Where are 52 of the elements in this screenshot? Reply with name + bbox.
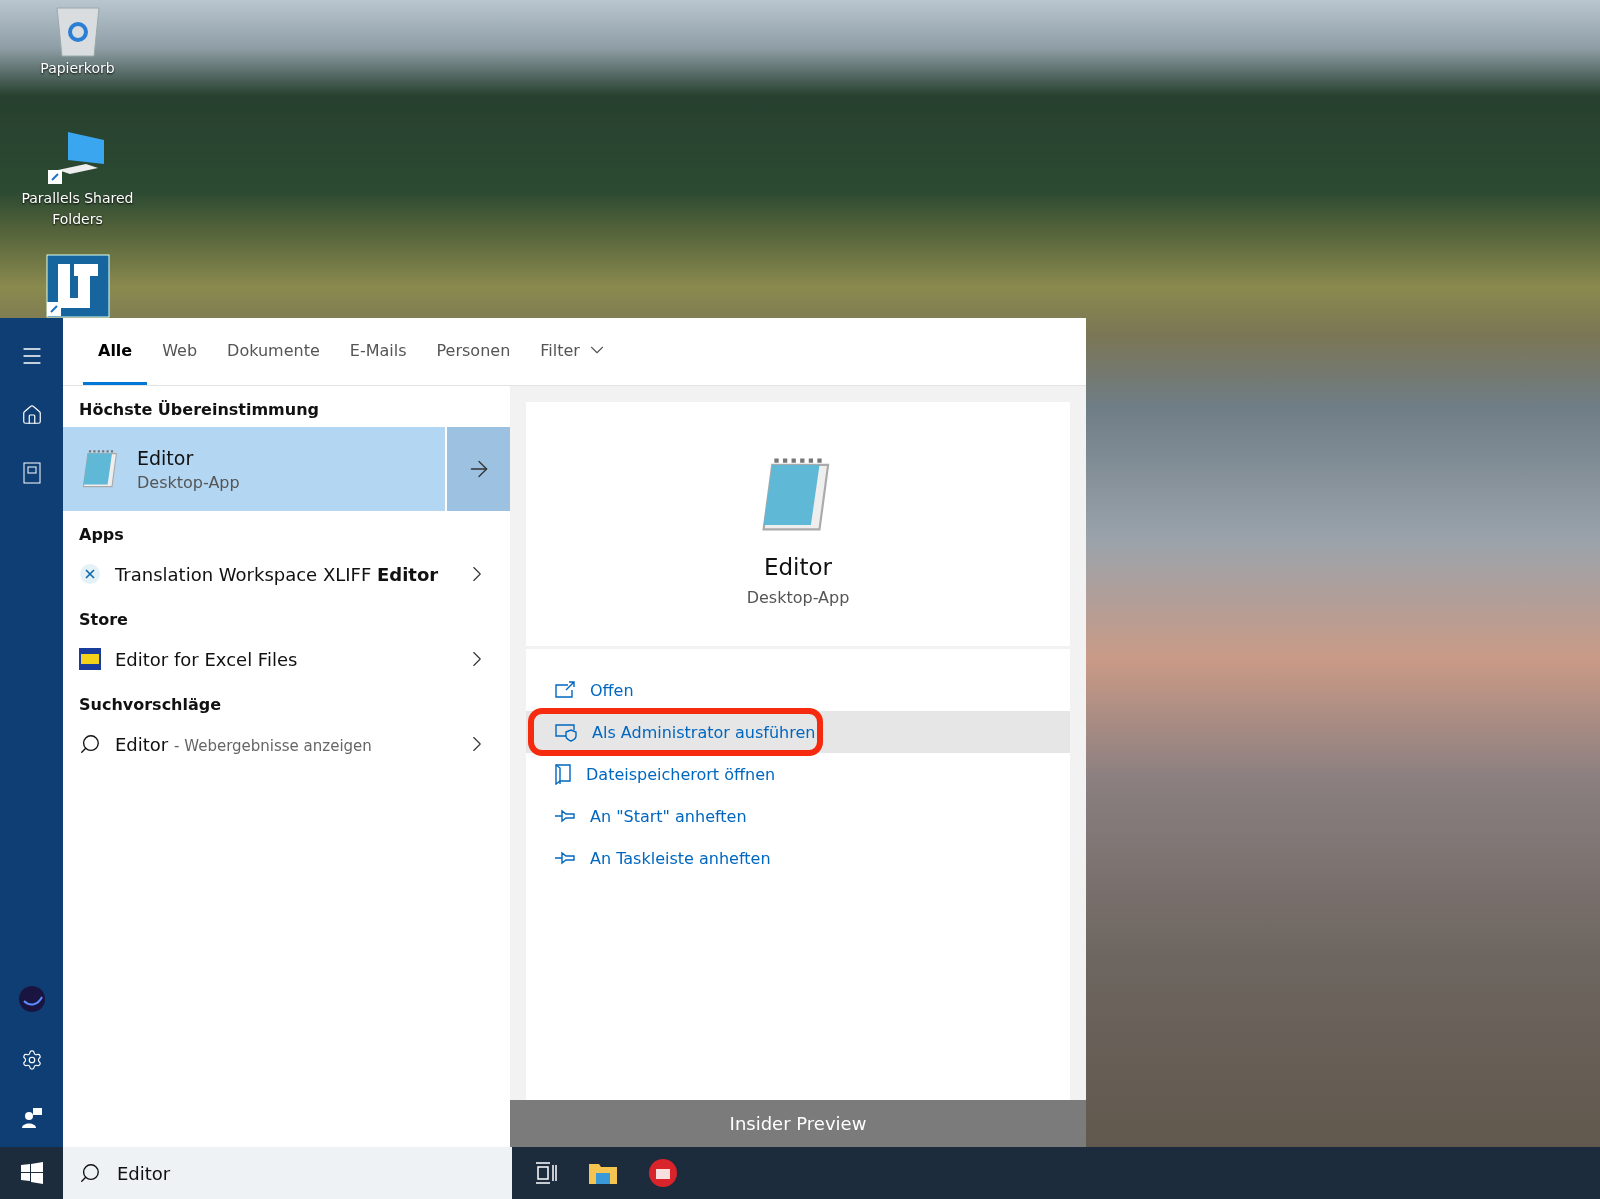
windows-logo-icon bbox=[20, 1162, 43, 1184]
desktop-icon-label[interactable]: Papierkorb bbox=[40, 58, 115, 79]
toolbox-icon[interactable] bbox=[648, 1158, 678, 1188]
folder-icon bbox=[554, 763, 572, 785]
section-heading: Höchste Übereinstimmung bbox=[78, 399, 320, 421]
tab[interactable]: Filter bbox=[525, 318, 623, 385]
open-window-icon bbox=[554, 681, 576, 699]
app-title: Editor bbox=[763, 554, 833, 580]
pin-icon bbox=[554, 808, 576, 824]
search-icon bbox=[79, 1162, 101, 1184]
section-heading: Store bbox=[78, 609, 129, 631]
action-item[interactable]: An Taskleiste anheften bbox=[526, 837, 1070, 879]
result-item[interactable]: Editor for Excel Files bbox=[63, 637, 510, 681]
result-item[interactable]: Editor - Webergebnisse anzeigen bbox=[63, 722, 510, 766]
result-title: Editor for Excel Files bbox=[115, 648, 299, 670]
feedback-icon[interactable] bbox=[20, 1107, 43, 1129]
action-link[interactable]: An "Start" anheften bbox=[590, 806, 747, 826]
desktop-icon-label[interactable]: Parallels Shared Folders bbox=[17, 188, 138, 231]
action-link[interactable]: An Taskleiste anheften bbox=[590, 848, 771, 868]
action-link[interactable]: Offen bbox=[590, 680, 634, 700]
action-item[interactable]: An "Start" anheften bbox=[526, 795, 1070, 837]
action-item[interactable]: Dateispeicherort öffnen bbox=[526, 753, 1070, 795]
tab[interactable]: Alle bbox=[83, 318, 148, 385]
search-icon bbox=[79, 733, 101, 755]
action-link[interactable]: Dateispeicherort öffnen bbox=[586, 764, 776, 784]
home-icon[interactable] bbox=[20, 404, 43, 426]
best-match-item[interactable]: Editor Desktop-App bbox=[63, 427, 445, 511]
tab[interactable]: Personen bbox=[421, 318, 526, 385]
action-item[interactable]: Offen bbox=[526, 669, 1070, 711]
tab[interactable]: Dokumente bbox=[212, 318, 335, 385]
result-item[interactable]: Translation Workspace XLIFF Editor bbox=[63, 552, 510, 596]
shield-window-icon bbox=[554, 722, 578, 742]
action-link[interactable]: Als Administrator ausführen bbox=[592, 722, 816, 742]
action-item[interactable]: Als Administrator ausführen bbox=[526, 711, 1070, 753]
section-heading: Apps bbox=[78, 524, 125, 546]
section-heading: Suchvorschläge bbox=[78, 694, 223, 716]
spreadsheet-app-icon bbox=[79, 648, 101, 670]
x-logo-icon bbox=[79, 563, 101, 585]
app-subtitle: Desktop-App bbox=[746, 588, 850, 607]
result-title: Editor - Webergebnisse anzeigen bbox=[115, 733, 373, 755]
search-field[interactable]: Editor bbox=[115, 1161, 419, 1185]
task-view-icon[interactable] bbox=[534, 1162, 558, 1184]
folder-icon[interactable] bbox=[588, 1161, 618, 1185]
settings-icon[interactable] bbox=[20, 1049, 43, 1071]
notebook-icon[interactable] bbox=[21, 462, 42, 484]
tab[interactable]: E-Mails bbox=[334, 318, 422, 385]
tab[interactable]: Web bbox=[147, 318, 213, 385]
search-bar[interactable]: Editor bbox=[63, 1147, 512, 1199]
insider-preview-bar: Insider Preview bbox=[510, 1100, 1086, 1147]
pin-icon bbox=[554, 850, 576, 866]
avatar-icon[interactable] bbox=[17, 985, 46, 1013]
result-title: Translation Workspace XLIFF Editor bbox=[115, 563, 440, 585]
